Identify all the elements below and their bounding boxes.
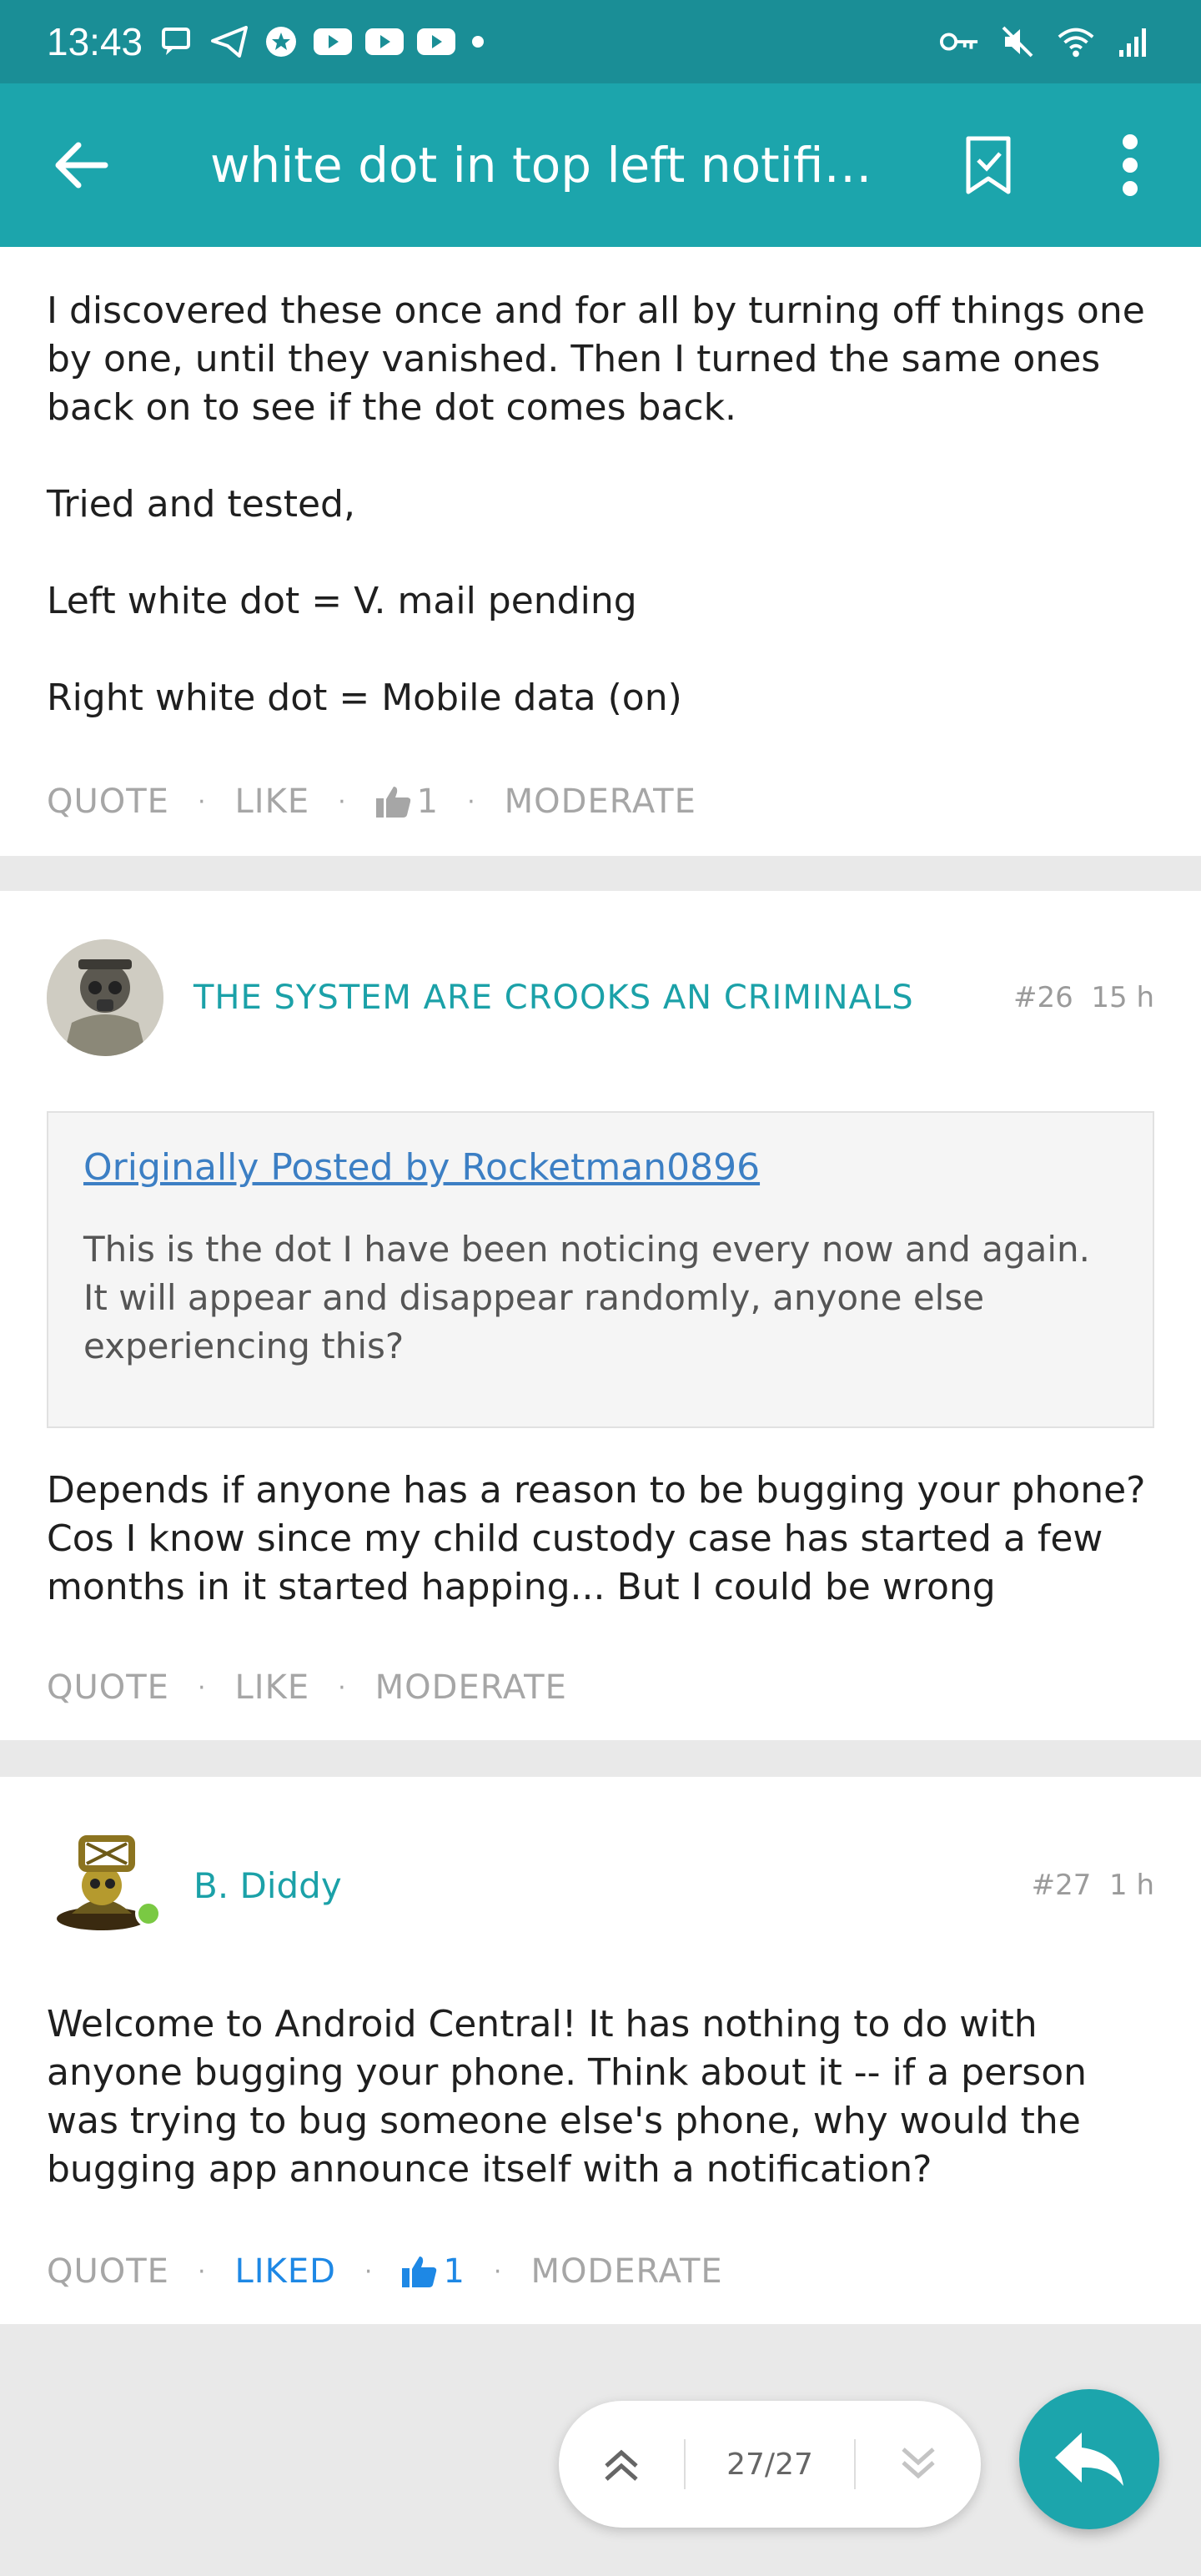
first-page-button[interactable] [559, 2401, 684, 2528]
double-chevron-up-icon [605, 2449, 638, 2481]
separator-dot: · [338, 1673, 347, 1703]
separator-dot: · [338, 787, 347, 817]
post-27: B. Diddy #27 1 h Welcome to Android Cent… [0, 1777, 1201, 2324]
post-body: Depends if anyone has a reason to be bug… [47, 1469, 1146, 1608]
author-name[interactable]: B. Diddy [193, 1865, 342, 1906]
post-header: B. Diddy #27 1 h [47, 1827, 1154, 1944]
moderate-button[interactable]: MODERATE [530, 2252, 722, 2291]
reply-icon [1055, 2433, 1123, 2486]
separator-dot: · [197, 2257, 207, 2287]
separator-dot: · [467, 787, 476, 817]
separator-dot: · [197, 787, 207, 817]
online-indicator [135, 1900, 162, 1927]
bookmark-icon [966, 136, 1011, 194]
post-actions: QUOTE · LIKE · 1 · MODERATE [47, 782, 696, 821]
signal-icon [1114, 25, 1154, 58]
post-age: 15 h [1091, 981, 1154, 1014]
thumbs-up-icon [375, 787, 410, 818]
reply-button[interactable] [1019, 2389, 1159, 2529]
post-header: THE SYSTEM ARE CROOKS AN CRIMINALS #26 1… [47, 939, 1154, 1056]
quote-source-link[interactable]: Originally Posted by Rocketman0896 [83, 1146, 1118, 1189]
avatar[interactable] [47, 1827, 163, 1944]
post-meta: #26 15 h [1013, 981, 1154, 1014]
system-icons [939, 25, 1154, 58]
separator-dot: · [197, 1673, 207, 1703]
author-name[interactable]: THE SYSTEM ARE CROOKS AN CRIMINALS [193, 979, 914, 1017]
quote-block: Originally Posted by Rocketman0896 This … [47, 1111, 1154, 1428]
telegram-icon [209, 25, 249, 58]
status-bar: 13:43 [0, 0, 1201, 83]
post-body-paragraph: Right white dot = Mobile data (on) [47, 677, 682, 719]
post-actions: QUOTE · LIKE · MODERATE [47, 1668, 567, 1707]
youtube-icon [416, 25, 456, 58]
wifi-icon [1056, 25, 1096, 58]
post-meta: #27 1 h [1032, 1869, 1154, 1902]
app-bar: white dot in top left notifi… [0, 83, 1201, 247]
thumbs-up-icon [402, 2257, 437, 2287]
like-count-value: 1 [443, 2252, 465, 2291]
notification-icons [158, 25, 488, 58]
youtube-icon [364, 25, 405, 58]
separator-dot: · [364, 2257, 374, 2287]
star-app-icon [261, 25, 301, 58]
dot-icon [468, 25, 488, 58]
quote-button[interactable]: QUOTE [47, 1668, 169, 1707]
moderate-button[interactable]: MODERATE [505, 782, 696, 821]
last-page-button[interactable] [856, 2401, 981, 2528]
double-chevron-down-icon [902, 2448, 935, 2479]
avatar[interactable] [47, 939, 163, 1056]
post-25: I discovered these once and for all by t… [0, 247, 1201, 856]
post-body-paragraph: Left white dot = V. mail pending [47, 580, 637, 622]
separator-dot: · [493, 2257, 503, 2287]
overflow-menu-button[interactable] [1059, 83, 1201, 247]
like-button[interactable]: LIKE [235, 782, 310, 821]
page-indicator[interactable]: 27/27 [686, 2448, 854, 2482]
post-body: Welcome to Android Central! It has nothi… [47, 2003, 1087, 2191]
message-icon [158, 25, 198, 58]
arrow-back-icon [55, 142, 108, 189]
page-navigator: 27/27 [559, 2401, 981, 2528]
bookmark-button[interactable] [917, 83, 1059, 247]
post-body-paragraph: Tried and tested, [47, 483, 355, 526]
post-actions: QUOTE · LIKED · 1 · MODERATE [47, 2252, 723, 2291]
mute-icon [997, 25, 1038, 58]
like-count[interactable]: 1 [401, 2252, 465, 2291]
post-26: THE SYSTEM ARE CROOKS AN CRIMINALS #26 1… [0, 891, 1201, 1740]
status-time: 13:43 [47, 20, 143, 63]
vpn-key-icon [939, 25, 979, 58]
like-count[interactable]: 1 [375, 782, 439, 821]
more-vert-icon [1123, 134, 1138, 196]
quote-button[interactable]: QUOTE [47, 782, 169, 821]
youtube-icon [313, 25, 353, 58]
quote-button[interactable]: QUOTE [47, 2252, 169, 2291]
like-count-value: 1 [416, 782, 440, 821]
post-body-paragraph: I discovered these once and for all by t… [47, 289, 1145, 429]
quote-text: This is the dot I have been noticing eve… [83, 1229, 1090, 1366]
post-number[interactable]: #26 [1013, 981, 1073, 1014]
thread-title: white dot in top left notifi… [210, 137, 872, 194]
back-button[interactable] [0, 83, 163, 247]
post-age: 1 h [1109, 1869, 1154, 1902]
moderate-button[interactable]: MODERATE [375, 1668, 567, 1707]
post-number[interactable]: #27 [1032, 1869, 1092, 1902]
liked-button[interactable]: LIKED [235, 2252, 336, 2291]
like-button[interactable]: LIKE [235, 1668, 310, 1707]
